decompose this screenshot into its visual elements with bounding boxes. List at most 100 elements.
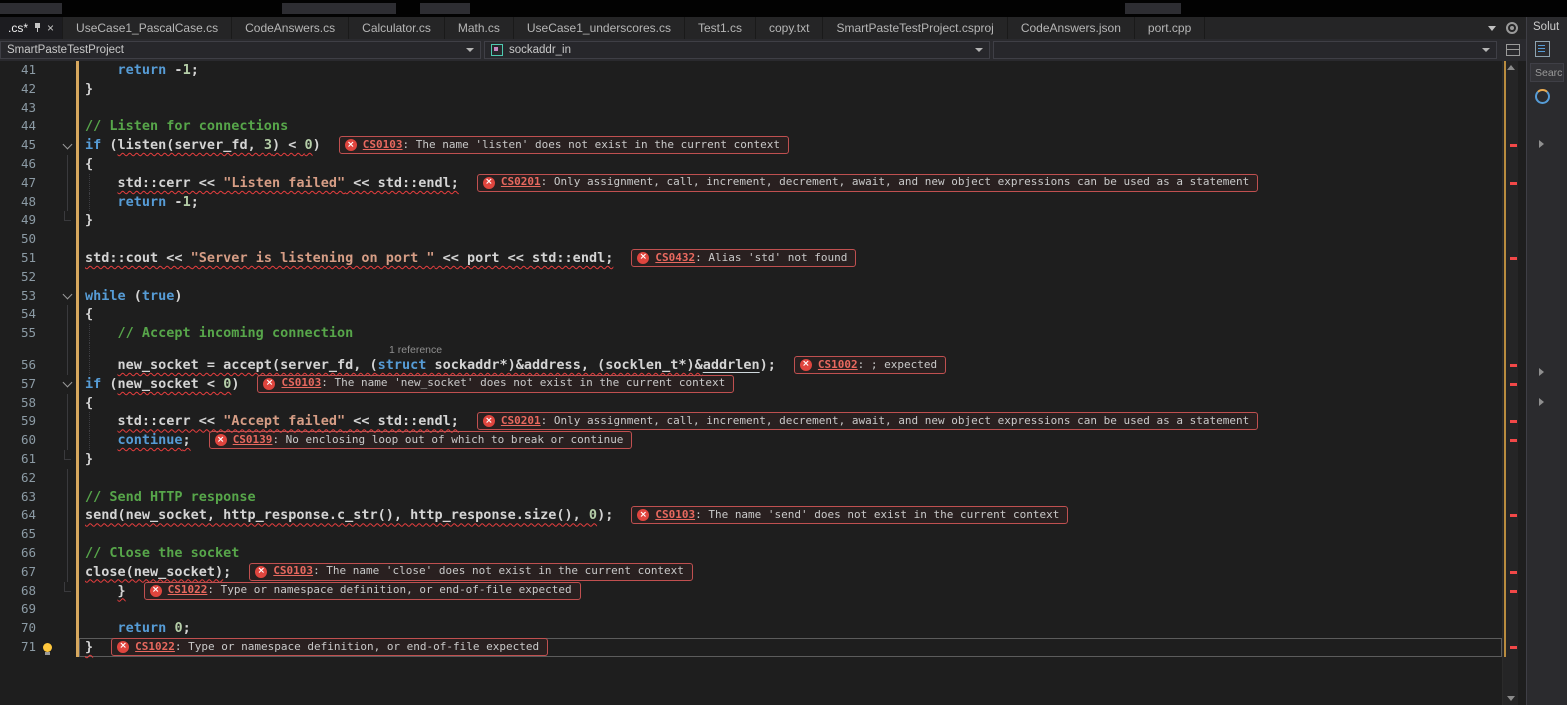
glyph-margin — [36, 174, 58, 193]
scrollbar-up-arrow[interactable] — [1507, 65, 1515, 70]
code-text[interactable]: continue;×CS0139: No enclosing loop out … — [79, 431, 1502, 450]
code-text[interactable]: // Listen for connections — [79, 117, 1502, 136]
tree-expand-icon[interactable] — [1539, 140, 1544, 148]
chevron-down-icon[interactable] — [1488, 26, 1496, 31]
fold-collapse-icon[interactable] — [58, 287, 76, 306]
inline-error[interactable]: ×CS0103: The name 'close' does not exist… — [249, 563, 693, 581]
pin-icon[interactable] — [34, 23, 41, 33]
vertical-scrollbar[interactable] — [1502, 61, 1518, 705]
type-dropdown[interactable]: sockaddr_in — [484, 41, 990, 59]
tab-math-cs[interactable]: Math.cs — [445, 17, 514, 39]
inline-error[interactable]: ×CS0432: Alias 'std' not found — [631, 249, 856, 267]
tab-copy-txt[interactable]: copy.txt — [756, 17, 823, 39]
error-code-link[interactable]: CS0201 — [501, 412, 541, 431]
member-dropdown[interactable] — [993, 41, 1497, 59]
code-text[interactable]: return -1; — [79, 193, 1502, 212]
code-token: ; — [183, 432, 191, 448]
indent-guide — [89, 356, 90, 375]
tab-label: Math.cs — [458, 21, 500, 35]
code-text[interactable]: } — [79, 450, 1502, 469]
code-text[interactable]: return -1; — [79, 61, 1502, 80]
tab-codeanswers-cs[interactable]: CodeAnswers.cs — [232, 17, 349, 39]
code-text[interactable]: { — [79, 155, 1502, 174]
inline-error[interactable]: ×CS1022: Type or namespace definition, o… — [111, 638, 548, 656]
code-text[interactable] — [79, 469, 1502, 488]
gear-icon[interactable] — [1506, 22, 1518, 34]
code-text[interactable]: new_socket = accept(server_fd, (struct s… — [79, 356, 1502, 375]
error-code-link[interactable]: CS1022 — [168, 581, 208, 600]
error-code-link[interactable]: CS0103 — [363, 136, 403, 155]
inline-error[interactable]: ×CS0201: Only assignment, call, incremen… — [477, 412, 1258, 430]
code-text[interactable] — [79, 230, 1502, 249]
tab-calculator-cs[interactable]: Calculator.cs — [349, 17, 445, 39]
code-text[interactable] — [79, 268, 1502, 287]
tab-smartpastetestproject-csproj[interactable]: SmartPasteTestProject.csproj — [823, 17, 1007, 39]
inline-error[interactable]: ×CS1022: Type or namespace definition, o… — [144, 582, 581, 600]
code-text[interactable]: }×CS1022: Type or namespace definition, … — [79, 638, 1502, 657]
tab-usecase1-underscores-cs[interactable]: UseCase1_underscores.cs — [514, 17, 685, 39]
inline-error[interactable]: ×CS0103: The name 'listen' does not exis… — [339, 136, 789, 154]
error-code-link[interactable]: CS0103 — [273, 562, 313, 581]
inline-error[interactable]: ×CS0103: The name 'new_socket' does not … — [257, 375, 734, 393]
code-text[interactable]: { — [79, 305, 1502, 324]
line-number: 54 — [0, 305, 36, 324]
code-editor[interactable]: 41 return -1;42}4344// Listen for connec… — [0, 61, 1502, 705]
code-text[interactable]: return 0; — [79, 619, 1502, 638]
lightbulb-icon[interactable] — [36, 638, 58, 657]
code-text[interactable]: }×CS1022: Type or namespace definition, … — [79, 582, 1502, 601]
code-text[interactable] — [79, 525, 1502, 544]
fold-collapse-icon[interactable] — [58, 375, 76, 394]
fold-margin — [58, 155, 76, 174]
code-line-62: 62 — [0, 469, 1502, 488]
code-text[interactable]: send(new_socket, http_response.c_str(), … — [79, 506, 1502, 525]
error-code-link[interactable]: CS0432 — [655, 249, 695, 268]
code-text[interactable] — [79, 99, 1502, 118]
error-code-link[interactable]: CS0201 — [501, 173, 541, 192]
code-line-58: 58{ — [0, 394, 1502, 413]
code-text[interactable]: std::cerr << "Listen failed" << std::end… — [79, 174, 1502, 193]
scrollbar-down-arrow[interactable] — [1507, 696, 1515, 701]
error-code-link[interactable]: CS1022 — [135, 638, 175, 657]
code-text[interactable]: 1 reference — [79, 343, 1502, 356]
project-dropdown[interactable]: SmartPasteTestProject — [0, 41, 481, 59]
code-text[interactable]: } — [79, 80, 1502, 99]
tab-port-cpp[interactable]: port.cpp — [1135, 17, 1205, 39]
error-code-link[interactable]: CS1002 — [818, 356, 858, 375]
close-icon[interactable]: × — [47, 22, 54, 34]
tree-expand-icon[interactable] — [1539, 398, 1544, 406]
line-number: 66 — [0, 544, 36, 563]
split-editor-icon[interactable] — [1506, 44, 1520, 56]
line-number: 56 — [0, 356, 36, 375]
code-text[interactable]: close(new_socket);×CS0103: The name 'clo… — [79, 563, 1502, 582]
tab-usecase1-pascalcase-cs[interactable]: UseCase1_PascalCase.cs — [63, 17, 232, 39]
code-text[interactable]: // Accept incoming connection — [79, 324, 1502, 343]
code-text[interactable]: // Close the socket — [79, 544, 1502, 563]
code-text[interactable] — [79, 600, 1502, 619]
error-icon: × — [150, 585, 162, 597]
error-code-link[interactable]: CS0139 — [233, 431, 273, 450]
inline-error[interactable]: ×CS0103: The name 'send' does not exist … — [631, 506, 1068, 524]
error-code-link[interactable]: CS0103 — [281, 374, 321, 393]
glyph-margin — [36, 305, 58, 324]
tab-cs[interactable]: .cs*× — [0, 17, 63, 39]
code-token: << port << std::endl; — [435, 250, 614, 266]
fold-collapse-icon[interactable] — [58, 136, 76, 155]
code-text[interactable]: if (listen(server_fd, 3) < 0)×CS0103: Th… — [79, 136, 1502, 155]
error-code-link[interactable]: CS0103 — [655, 506, 695, 525]
documents-icon[interactable] — [1535, 41, 1550, 57]
code-text[interactable]: // Send HTTP response — [79, 488, 1502, 507]
code-text[interactable]: } — [79, 211, 1502, 230]
code-text[interactable]: std::cout << "Server is listening on por… — [79, 249, 1502, 268]
code-text[interactable]: std::cerr << "Accept failed" << std::end… — [79, 412, 1502, 431]
code-text[interactable]: { — [79, 394, 1502, 413]
code-text[interactable]: while (true) — [79, 287, 1502, 306]
tab-codeanswers-json[interactable]: CodeAnswers.json — [1008, 17, 1135, 39]
tab-test1-cs[interactable]: Test1.cs — [685, 17, 756, 39]
tree-expand-icon[interactable] — [1539, 368, 1544, 376]
inline-error[interactable]: ×CS0201: Only assignment, call, incremen… — [477, 174, 1258, 192]
inline-error[interactable]: ×CS0139: No enclosing loop out of which … — [209, 431, 633, 449]
inline-error[interactable]: ×CS1002: ; expected — [794, 356, 946, 374]
search-input[interactable]: Searc — [1530, 63, 1564, 82]
sync-icon[interactable] — [1535, 89, 1550, 104]
code-text[interactable]: if (new_socket < 0)×CS0103: The name 'ne… — [79, 375, 1502, 394]
